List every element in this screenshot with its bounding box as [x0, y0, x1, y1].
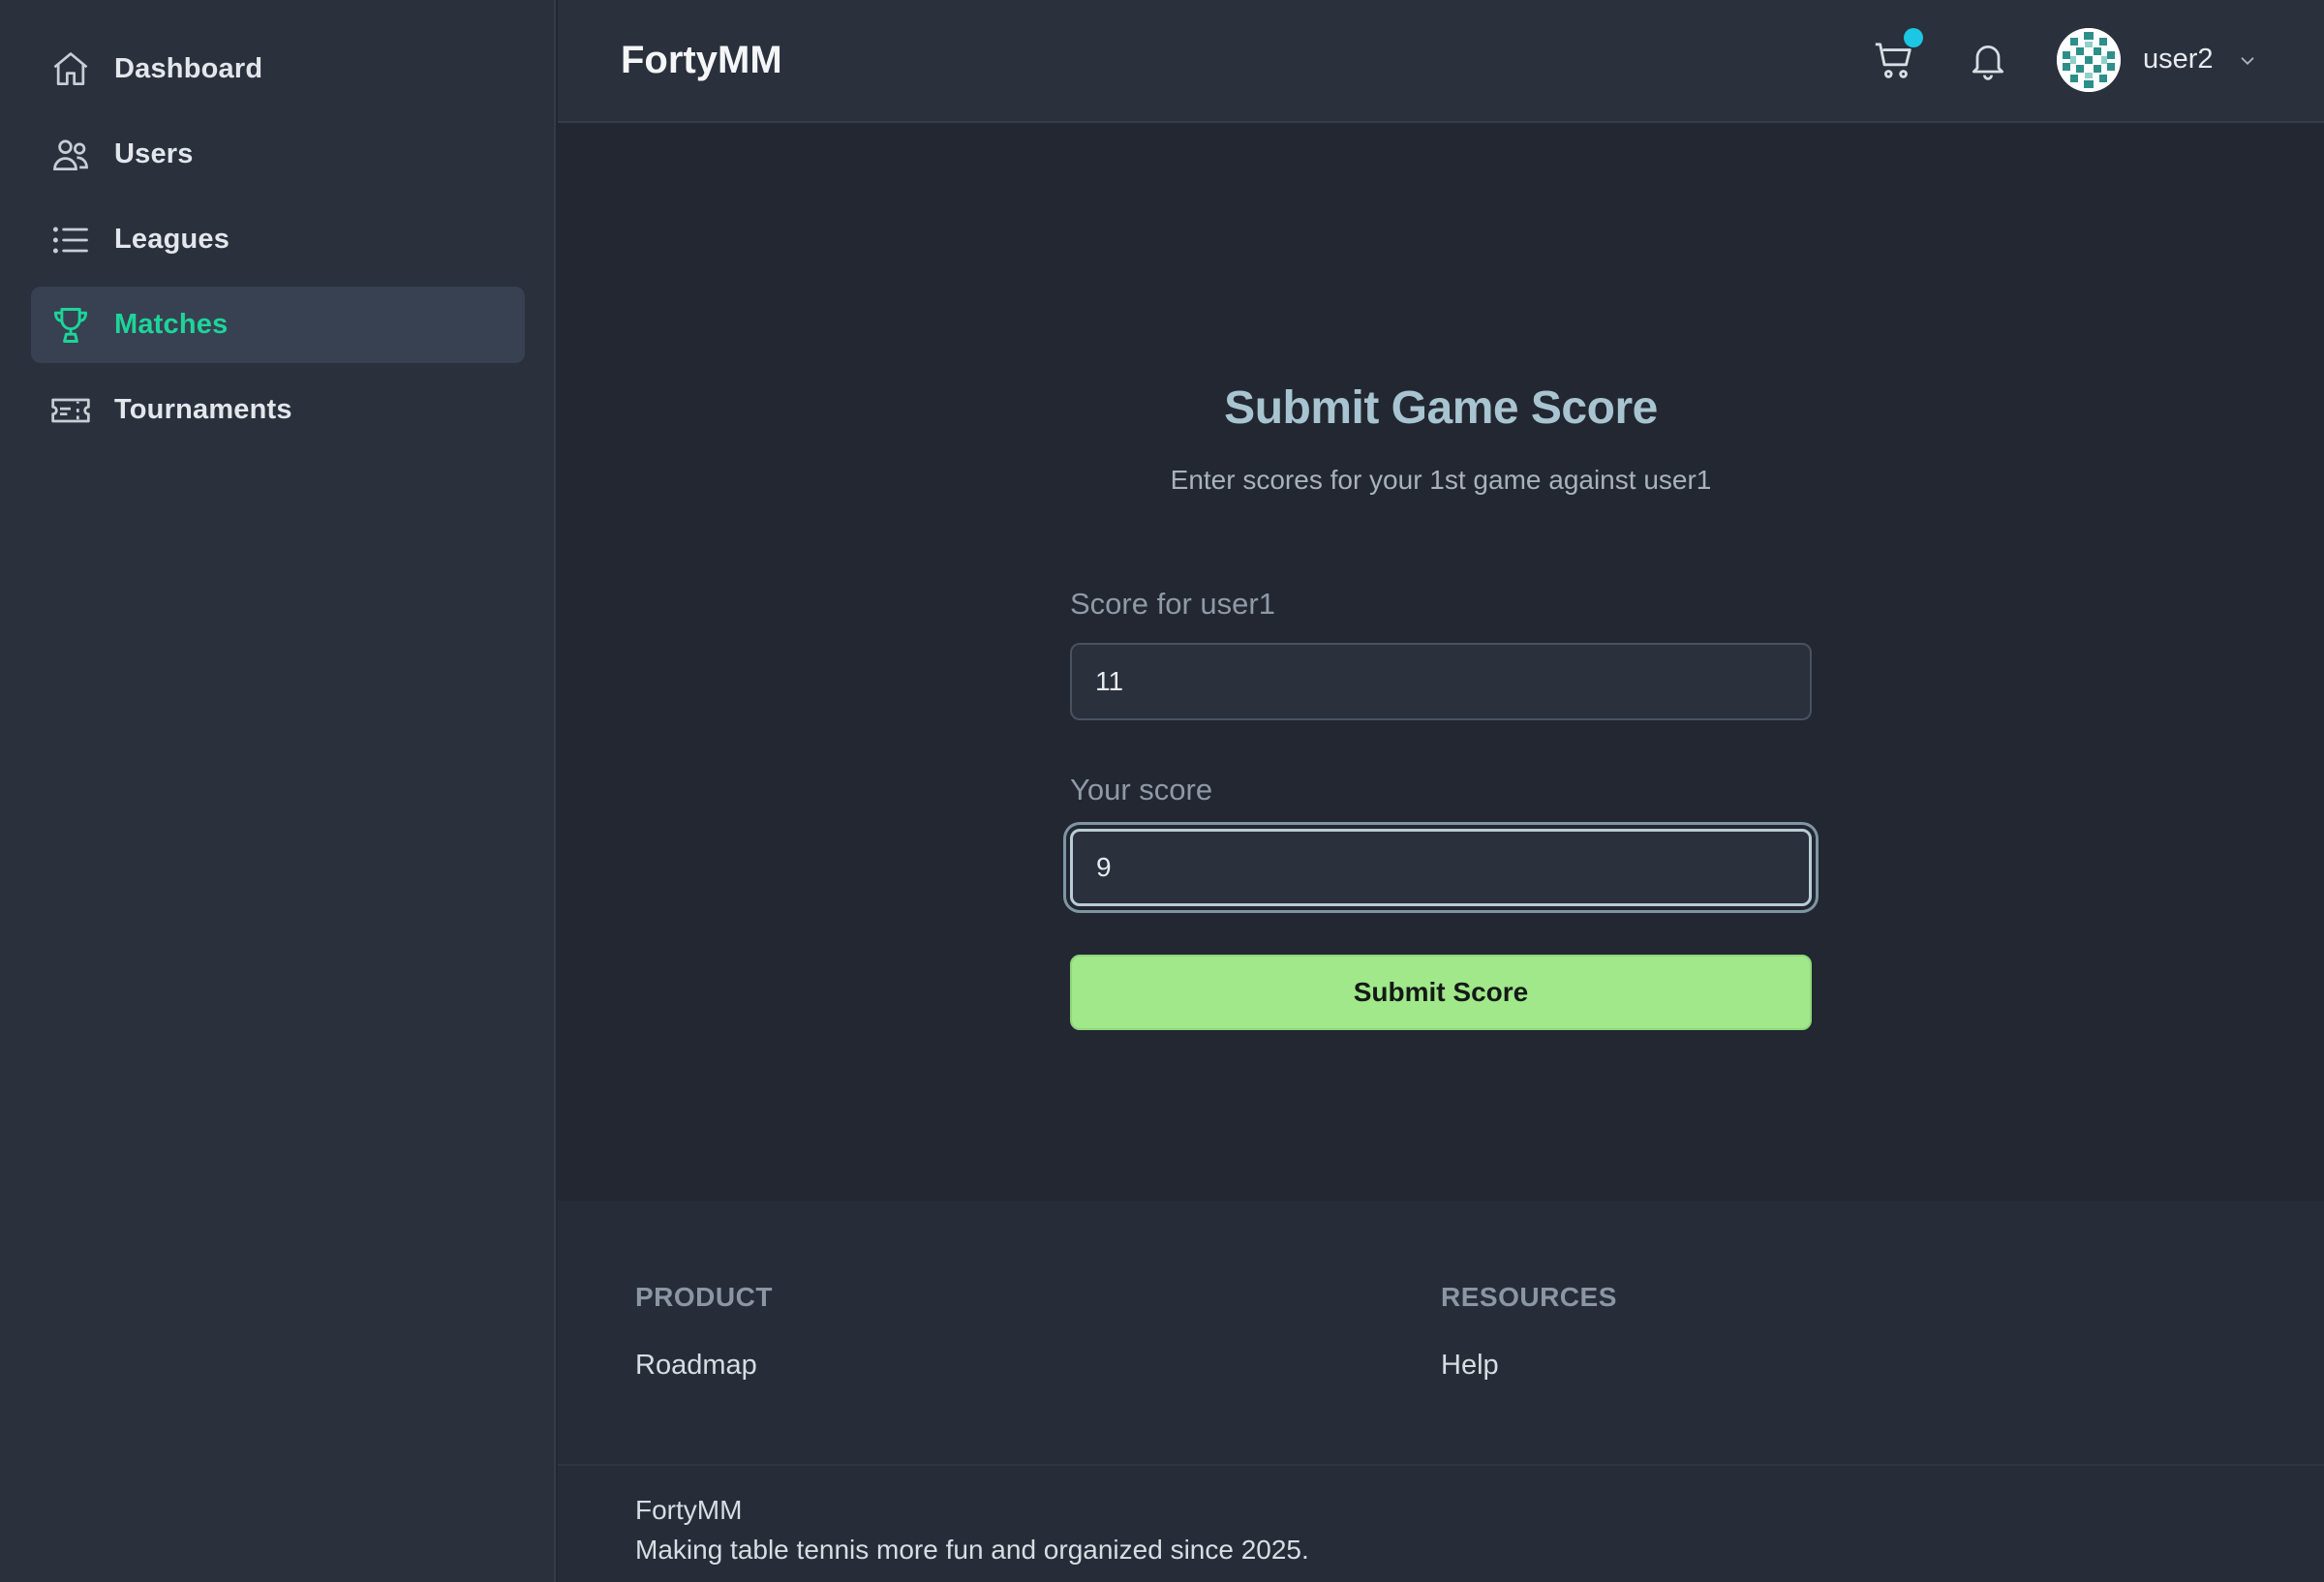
app-root: Dashboard Users Leagues Matches Tourname… [0, 0, 2324, 1582]
main-content: Submit Game Score Enter scores for your … [558, 125, 2324, 1201]
page-title: Submit Game Score [1224, 382, 1658, 434]
bell-icon [1972, 46, 2004, 80]
username-label[interactable]: user2 [2143, 44, 2214, 76]
avatar-pattern-icon [2057, 28, 2121, 92]
sidebar-item-tournaments[interactable]: Tournaments [31, 372, 525, 448]
sidebar-item-label: Leagues [114, 224, 230, 255]
sidebar-item-leagues[interactable]: Leagues [31, 201, 525, 278]
sidebar-item-label: Users [114, 138, 194, 169]
opponent-score-input[interactable]: 11 [1070, 643, 1812, 720]
notifications-button[interactable] [1964, 37, 2012, 85]
footer-tagline: Making table tennis more fun and organiz… [635, 1535, 1309, 1565]
footer-brand: FortyMM [635, 1495, 743, 1525]
sidebar-item-label: Matches [114, 309, 229, 340]
users-icon [48, 133, 93, 177]
footer: PRODUCT Roadmap RESOURCES Help FortyMM M… [558, 1201, 2324, 1582]
sidebar-item-label: Dashboard [114, 53, 263, 84]
footer-roadmap-link[interactable]: Roadmap [635, 1350, 757, 1382]
opponent-score-value: 11 [1095, 666, 1124, 696]
notification-dot [1904, 28, 1923, 47]
brand-title[interactable]: FortyMM [621, 39, 782, 82]
ticket-icon [48, 388, 93, 433]
footer-help-link[interactable]: Help [1441, 1350, 1499, 1382]
sidebar-item-label: Tournaments [114, 394, 292, 425]
sidebar-item-matches[interactable]: Matches [31, 287, 525, 363]
trophy-icon [48, 303, 93, 348]
home-icon [48, 47, 93, 92]
your-score-label: Your score [1070, 773, 1213, 806]
cart-button[interactable] [1870, 28, 1923, 85]
page-subtitle: Enter scores for your 1st game against u… [1170, 465, 1712, 495]
footer-bottom: FortyMM Making table tennis more fun and… [558, 1464, 2324, 1582]
your-score-input[interactable]: 9 [1070, 829, 1812, 906]
opponent-score-label: Score for user1 [1070, 587, 1275, 621]
sidebar-item-dashboard[interactable]: Dashboard [31, 31, 525, 107]
your-score-value: 9 [1096, 852, 1112, 882]
list-icon [48, 218, 93, 262]
sidebar: Dashboard Users Leagues Matches Tourname… [0, 0, 556, 1582]
submit-score-button[interactable]: Submit Score [1070, 955, 1812, 1030]
avatar[interactable] [2057, 28, 2121, 92]
sidebar-item-users[interactable]: Users [31, 116, 525, 193]
footer-resources-heading: RESOURCES [1441, 1282, 1617, 1312]
chevron-down-icon[interactable] [2237, 50, 2258, 72]
footer-product-heading: PRODUCT [635, 1282, 773, 1312]
top-header: FortyMM user2 [558, 0, 2324, 123]
